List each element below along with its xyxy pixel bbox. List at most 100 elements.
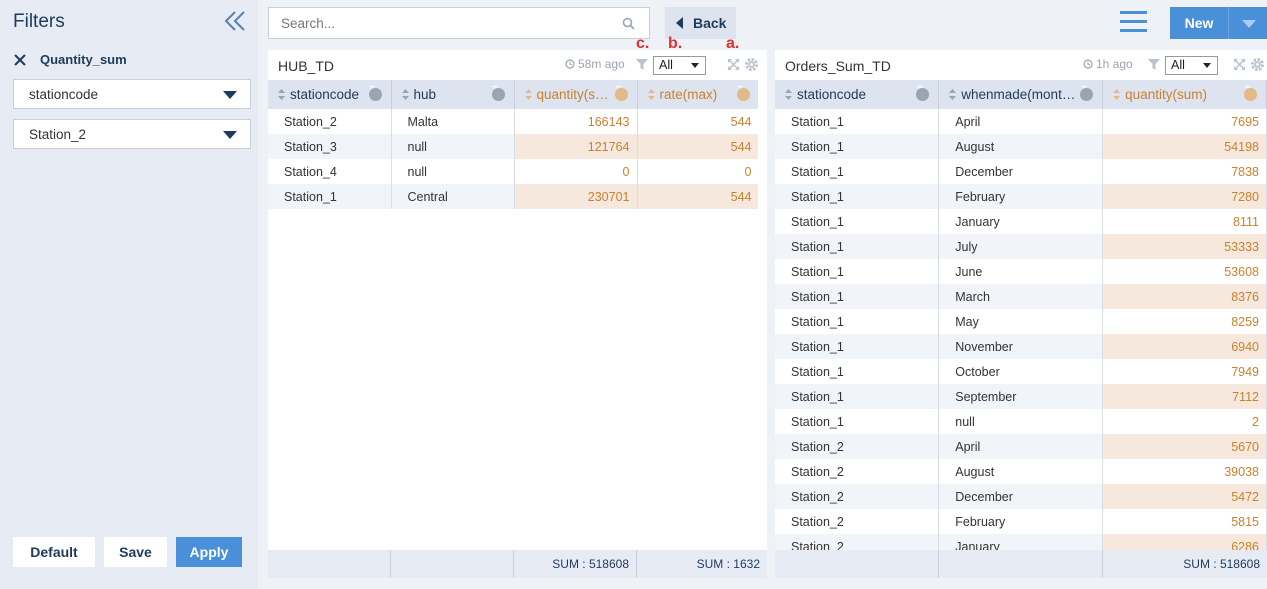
table-cell: Station_1 [268, 184, 392, 209]
collapse-sidebar-icon[interactable] [222, 9, 248, 33]
table-cell: 544 [637, 109, 760, 134]
expand-icon[interactable] [1233, 58, 1246, 71]
caret-down-icon [223, 91, 237, 99]
table-row[interactable]: Station_1 January 8111 [775, 209, 1267, 234]
table-cell: Station_1 [775, 309, 940, 334]
table-row[interactable]: Station_1 December 7838 [775, 159, 1267, 184]
table-cell: June [938, 259, 1104, 284]
sort-icon [785, 89, 792, 100]
table-cell: February [938, 184, 1104, 209]
field-select[interactable]: stationcode [13, 79, 251, 109]
table-row[interactable]: Station_3 null 121764 544 [268, 134, 760, 159]
table-cell: Station_2 [775, 434, 940, 459]
back-arrow-icon [676, 17, 683, 29]
orders-sum-td-table: stationcode whenmade(mont… quantity(sum)… [775, 80, 1267, 559]
table-cell: Station_1 [775, 109, 940, 134]
remove-filter-icon[interactable] [13, 53, 27, 67]
table-row[interactable]: Station_1 June 53608 [775, 259, 1267, 284]
sort-icon [278, 89, 285, 100]
annotation-a: a. [726, 35, 740, 52]
table-row[interactable]: Station_4 null 0 0 [268, 159, 760, 184]
table-row[interactable]: Station_1 February 7280 [775, 184, 1267, 209]
panel-dropdown[interactable]: All [653, 56, 706, 75]
table-row[interactable]: Station_1 May 8259 [775, 309, 1267, 334]
caret-down-icon [1203, 63, 1211, 68]
column-menu-icon[interactable] [1080, 85, 1094, 101]
annotation-b: b. [668, 35, 683, 52]
table-cell: 8111 [1102, 209, 1267, 234]
table-row[interactable]: Station_1 July 53333 [775, 234, 1267, 259]
table-cell: 7949 [1102, 359, 1267, 384]
search-icon[interactable] [622, 17, 635, 30]
table-row[interactable]: Station_2 February 5815 [775, 509, 1267, 534]
table-row[interactable]: Station_2 April 5670 [775, 434, 1267, 459]
table-row[interactable]: Station_1 March 8376 [775, 284, 1267, 309]
back-label: Back [693, 15, 727, 31]
footer-sum: SUM : 1632 [696, 557, 760, 571]
new-button[interactable]: New [1170, 7, 1267, 39]
default-button[interactable]: Default [13, 537, 95, 567]
table-cell: Station_1 [775, 409, 940, 434]
column-menu-icon[interactable] [368, 85, 382, 101]
table-row[interactable]: Station_1 Central 230701 544 [268, 184, 760, 209]
table-footer: SUM : 518608 SUM : 1632 [268, 550, 767, 578]
column-menu-icon[interactable] [491, 85, 505, 101]
table-cell: Station_1 [775, 284, 940, 309]
column-header[interactable]: stationcode [268, 80, 392, 109]
gear-icon[interactable] [1250, 57, 1265, 72]
column-header[interactable]: rate(max) [637, 80, 760, 109]
value-select[interactable]: Station_2 [13, 119, 251, 149]
table-row[interactable]: Station_1 August 54198 [775, 134, 1267, 159]
filter-icon[interactable] [1148, 59, 1160, 70]
hamburger-menu-icon[interactable] [1120, 11, 1147, 35]
table-cell: 5670 [1102, 434, 1267, 459]
scrollbar-gutter [758, 80, 767, 550]
table-cell: July [938, 234, 1104, 259]
expand-icon[interactable] [727, 58, 740, 71]
table-cell: 39038 [1102, 459, 1267, 484]
save-button[interactable]: Save [104, 537, 167, 567]
column-header[interactable]: hub [391, 80, 515, 109]
sort-icon [401, 89, 409, 100]
table-row[interactable]: Station_1 null 2 [775, 409, 1267, 434]
apply-button[interactable]: Apply [176, 537, 242, 567]
table-row[interactable]: Station_1 November 6940 [775, 334, 1267, 359]
table-row[interactable]: Station_2 December 5472 [775, 484, 1267, 509]
panel-dropdown[interactable]: All [1165, 56, 1218, 75]
gear-icon[interactable] [744, 57, 759, 72]
table-cell: 7280 [1102, 184, 1267, 209]
table-cell: Station_2 [268, 109, 392, 134]
new-dropdown-icon[interactable] [1228, 7, 1267, 39]
filter-icon[interactable] [636, 59, 648, 70]
table-cell: 544 [637, 184, 760, 209]
table-cell: 7695 [1102, 109, 1267, 134]
table-cell: Malta [391, 109, 515, 134]
column-menu-icon[interactable] [736, 85, 750, 101]
column-header[interactable]: whenmade(mont… [938, 80, 1104, 109]
column-menu-icon[interactable] [916, 85, 930, 101]
table-row[interactable]: Station_1 April 7695 [775, 109, 1267, 134]
value-select-value: Station_2 [29, 126, 87, 142]
table-cell: March [938, 284, 1104, 309]
table-cell: 121764 [514, 134, 638, 159]
column-header[interactable]: stationcode [775, 80, 940, 109]
table-row[interactable]: Station_2 Malta 166143 544 [268, 109, 760, 134]
column-header[interactable]: quantity(sum) [1102, 80, 1267, 109]
column-menu-icon[interactable] [1244, 85, 1257, 101]
table-cell: Station_2 [775, 509, 940, 534]
table-row[interactable]: Station_1 October 7949 [775, 359, 1267, 384]
table-cell: 7838 [1102, 159, 1267, 184]
table-cell: October [938, 359, 1104, 384]
table-row[interactable]: Station_2 August 39038 [775, 459, 1267, 484]
table-cell: November [938, 334, 1104, 359]
table-row[interactable]: Station_1 September 7112 [775, 384, 1267, 409]
table-cell: Station_1 [775, 259, 940, 284]
table-cell: Station_4 [268, 159, 392, 184]
field-select-value: stationcode [29, 86, 99, 102]
column-menu-icon[interactable] [614, 85, 628, 101]
panel-dropdown-value: All [659, 58, 673, 72]
column-header[interactable]: quantity(s… [514, 80, 638, 109]
search-input[interactable] [281, 15, 611, 31]
table-cell: Station_1 [775, 159, 940, 184]
table-cell: 230701 [514, 184, 638, 209]
